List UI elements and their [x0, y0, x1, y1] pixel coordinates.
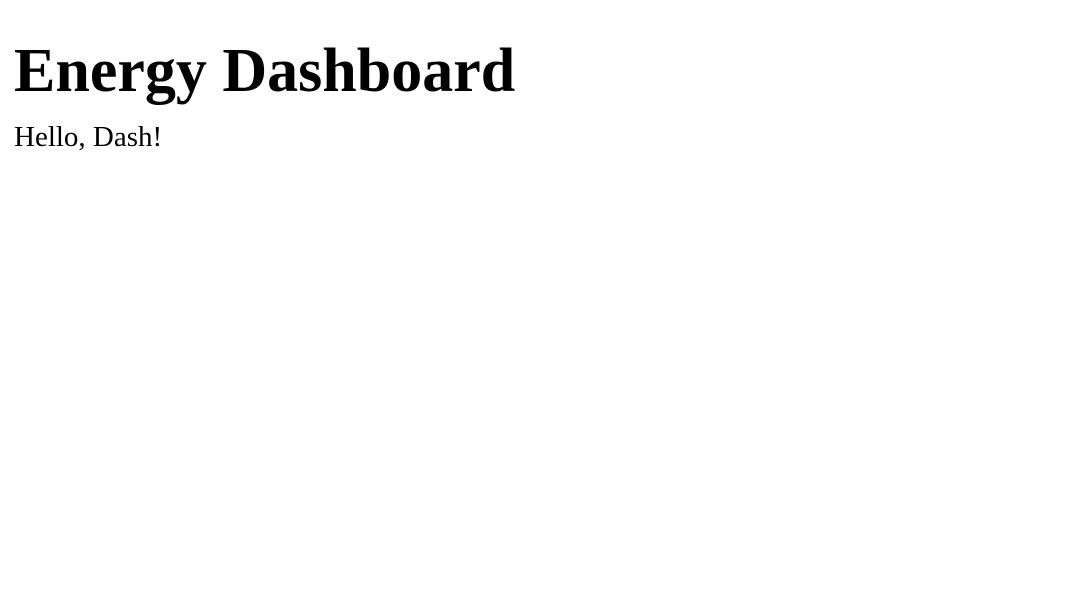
dashboard-page: Energy Dashboard Hello, Dash!: [0, 0, 1088, 614]
greeting-text: Hello, Dash!: [14, 121, 163, 153]
page-title: Energy Dashboard: [14, 37, 516, 105]
